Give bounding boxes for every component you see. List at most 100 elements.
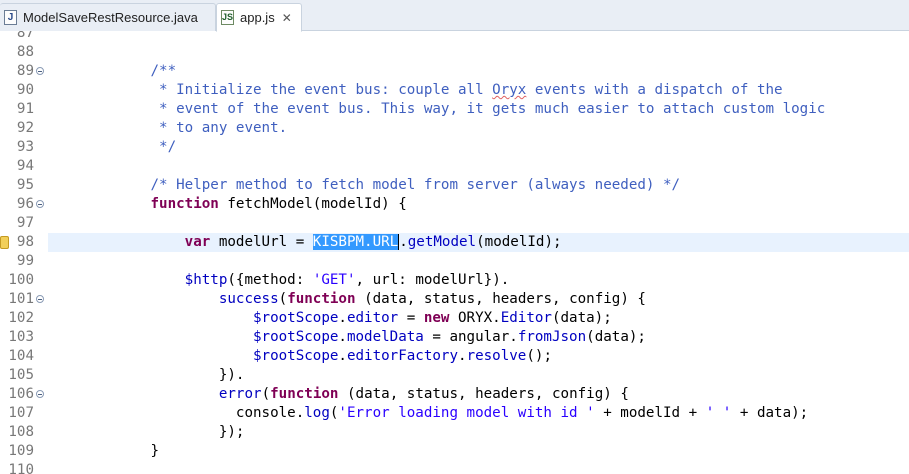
code-area[interactable]: }). xyxy=(48,366,909,385)
code-area[interactable]: */ xyxy=(48,138,909,157)
line-number: 88 xyxy=(16,44,34,60)
code-area[interactable]: $rootScope.editorFactory.resolve(); xyxy=(48,347,909,366)
line-number: 93 xyxy=(16,139,34,155)
code-token: , url: modelUrl}). xyxy=(355,272,510,288)
code-area[interactable]: $rootScope.editor = new ORYX.Editor(data… xyxy=(48,309,909,328)
line-number-gutter: 104 xyxy=(0,347,46,366)
fold-collapse-icon[interactable] xyxy=(36,200,44,208)
code-token: */ xyxy=(159,139,177,155)
fold-collapse-icon[interactable] xyxy=(36,390,44,398)
code-area[interactable]: success(function (data, status, headers,… xyxy=(48,290,909,309)
occurrence-marker-icon[interactable] xyxy=(0,236,9,249)
line-number-gutter: 90 xyxy=(0,81,46,100)
line-number: 99 xyxy=(16,253,34,269)
code-line[interactable]: 108 }); xyxy=(0,423,909,442)
code-line[interactable]: 110 xyxy=(0,461,909,474)
line-number: 98 xyxy=(16,234,34,250)
code-line[interactable]: 100 $http({method: 'GET', url: modelUrl}… xyxy=(0,271,909,290)
code-area[interactable]: * event of the event bus. This way, it g… xyxy=(48,100,909,119)
code-token: ( xyxy=(278,291,288,307)
line-number-gutter: 109 xyxy=(0,442,46,461)
line-number: 95 xyxy=(16,177,34,193)
code-line[interactable]: 101 success(function (data, status, head… xyxy=(0,290,909,309)
code-token: /** xyxy=(150,63,177,79)
code-token: function xyxy=(270,386,339,402)
code-area[interactable] xyxy=(48,214,909,233)
code-token: * to any event. xyxy=(159,120,288,136)
code-token: (data); xyxy=(586,329,646,345)
code-line[interactable]: 90 * Initialize the event bus: couple al… xyxy=(0,81,909,100)
code-area[interactable]: var modelUrl = KISBPM.URL.getModel(model… xyxy=(48,233,909,252)
code-token: getModel xyxy=(407,234,477,250)
code-line[interactable]: 94 xyxy=(0,157,909,176)
code-area[interactable]: /* Helper method to fetch model from ser… xyxy=(48,176,909,195)
code-area[interactable] xyxy=(48,157,909,176)
code-token: = xyxy=(398,310,424,326)
code-line[interactable]: 105 }). xyxy=(0,366,909,385)
code-line[interactable]: 104 $rootScope.editorFactory.resolve(); xyxy=(0,347,909,366)
code-token: $rootScope xyxy=(253,348,339,364)
code-area[interactable]: } xyxy=(48,442,909,461)
code-token: (data, status, headers, config) { xyxy=(338,386,629,402)
code-line[interactable]: 96 function fetchModel(modelId) { xyxy=(0,195,909,214)
code-line[interactable]: 109 } xyxy=(0,442,909,461)
code-editor[interactable]: 87 88 89 /** 90 * Initialize the event bus:… xyxy=(0,31,909,474)
code-token: editor xyxy=(346,310,399,326)
line-number: 110 xyxy=(8,462,34,474)
code-area[interactable] xyxy=(48,31,909,43)
code-line[interactable]: 97 xyxy=(0,214,909,233)
code-area[interactable]: /** xyxy=(48,62,909,81)
code-line[interactable]: 102 $rootScope.editor = new ORYX.Editor(… xyxy=(0,309,909,328)
code-line[interactable]: 92 * to any event. xyxy=(0,119,909,138)
line-number-gutter: 99 xyxy=(0,252,46,271)
code-token: + data); xyxy=(731,405,809,421)
code-token: ' ' xyxy=(705,405,732,421)
line-number-gutter: 88 xyxy=(0,43,46,62)
fold-collapse-icon[interactable] xyxy=(36,67,44,75)
code-area[interactable]: error(function (data, status, headers, c… xyxy=(48,385,909,404)
line-number: 104 xyxy=(8,348,34,364)
code-line[interactable]: 95 /* Helper method to fetch model from … xyxy=(0,176,909,195)
code-token: error xyxy=(218,386,262,402)
code-line[interactable]: 91 * event of the event bus. This way, i… xyxy=(0,100,909,119)
code-area[interactable]: $http({method: 'GET', url: modelUrl}). xyxy=(48,271,909,290)
code-area[interactable]: console.log('Error loading model with id… xyxy=(48,404,909,423)
code-line[interactable]: 88 xyxy=(0,43,909,62)
line-number-gutter: 110 xyxy=(0,461,46,474)
code-line[interactable]: 98 var modelUrl = KISBPM.URL.getModel(mo… xyxy=(0,233,909,252)
code-line[interactable]: 99 xyxy=(0,252,909,271)
line-number-gutter: 91 xyxy=(0,100,46,119)
line-number-gutter: 108 xyxy=(0,423,46,442)
code-line[interactable]: 103 $rootScope.modelData = angular.fromJ… xyxy=(0,328,909,347)
code-area[interactable] xyxy=(48,252,909,271)
code-area[interactable]: * Initialize the event bus: couple all O… xyxy=(48,81,909,100)
code-text: } xyxy=(48,442,159,461)
line-number-gutter: 101 xyxy=(0,290,46,309)
code-line[interactable]: 89 /** xyxy=(0,62,909,81)
code-token: + modelId + xyxy=(594,405,706,421)
code-line[interactable]: 107 console.log('Error loading model wit… xyxy=(0,404,909,423)
code-line[interactable]: 106 error(function (data, status, header… xyxy=(0,385,909,404)
code-token: 'GET' xyxy=(312,272,356,288)
code-line[interactable]: 93 */ xyxy=(0,138,909,157)
code-area[interactable]: * to any event. xyxy=(48,119,909,138)
code-token: $rootScope xyxy=(253,329,339,345)
code-area[interactable] xyxy=(48,461,909,474)
close-icon[interactable]: ✕ xyxy=(282,11,292,25)
tab-model-save-rest-resource[interactable]: J ModelSaveRestResource.java xyxy=(0,3,216,31)
tab-app-js[interactable]: JS app.js ✕ xyxy=(216,3,302,32)
js-file-icon: JS xyxy=(221,10,234,25)
line-number: 102 xyxy=(8,310,34,326)
code-area[interactable] xyxy=(48,43,909,62)
code-area[interactable]: function fetchModel(modelId) { xyxy=(48,195,909,214)
fold-collapse-icon[interactable] xyxy=(36,295,44,303)
code-area[interactable]: }); xyxy=(48,423,909,442)
code-line[interactable]: 87 xyxy=(0,31,909,43)
code-token: }); xyxy=(48,424,245,440)
code-token: (); xyxy=(526,348,552,364)
code-area[interactable]: $rootScope.modelData = angular.fromJson(… xyxy=(48,328,909,347)
